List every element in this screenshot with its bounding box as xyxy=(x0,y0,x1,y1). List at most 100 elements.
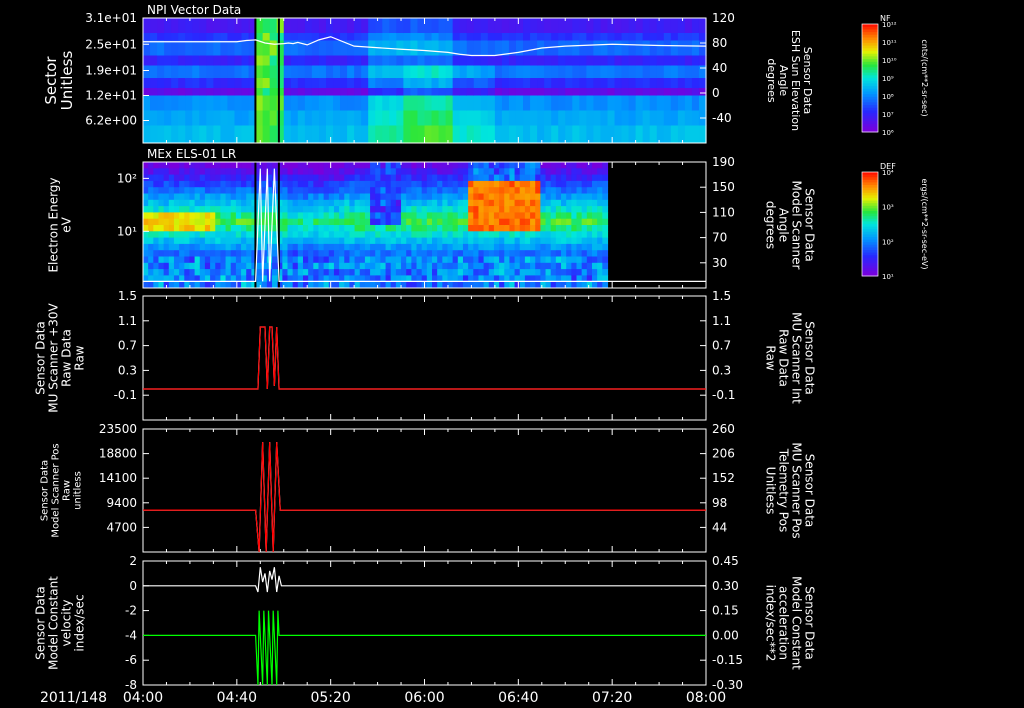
heat-cell xyxy=(607,65,616,79)
heat-cell xyxy=(199,180,206,188)
heat-cell xyxy=(519,174,526,182)
heat-cell xyxy=(385,187,392,194)
heat-cell xyxy=(318,237,325,245)
heat-cell xyxy=(457,212,464,220)
heat-cell xyxy=(272,162,278,169)
heat-cell xyxy=(171,18,179,34)
heat-cell xyxy=(318,78,327,89)
heat-cell xyxy=(535,269,541,276)
heat-cell xyxy=(524,199,531,207)
heat-cell xyxy=(297,231,304,239)
heat-cell xyxy=(540,256,547,264)
heat-cell xyxy=(349,237,356,245)
heat-cell xyxy=(143,218,149,226)
heat-cell xyxy=(153,199,160,207)
heat-cell xyxy=(602,237,609,245)
y2-axis-label: Sensor DataMU Scanner PosTelemetry PosUn… xyxy=(764,442,817,538)
heat-cell xyxy=(323,193,330,201)
heat-cell xyxy=(375,212,381,220)
heat-cell xyxy=(157,55,165,66)
heat-cell xyxy=(480,33,489,41)
heat-cell xyxy=(308,262,314,270)
heat-cell xyxy=(514,218,521,226)
heat-cell xyxy=(565,110,573,126)
heat-cell xyxy=(403,78,412,89)
heat-cell xyxy=(499,262,505,270)
heat-cell xyxy=(561,237,567,245)
heat-cell xyxy=(466,125,475,144)
heat-cell xyxy=(468,212,474,220)
heat-cell xyxy=(292,225,299,232)
heat-cell xyxy=(478,281,485,289)
heat-cell xyxy=(457,256,464,264)
heat-cell xyxy=(375,237,381,245)
heat-cell xyxy=(333,212,340,220)
heat-cell xyxy=(328,225,335,232)
heat-cell xyxy=(452,18,461,34)
heat-cell xyxy=(591,162,598,169)
heat-cell xyxy=(663,125,672,144)
heat-cell xyxy=(649,88,658,96)
heat-cell xyxy=(406,174,412,182)
heat-cell xyxy=(452,95,461,111)
heat-cell xyxy=(614,95,623,111)
heat-cell xyxy=(282,162,289,169)
heat-cell xyxy=(364,256,371,264)
heat-cell xyxy=(519,243,526,251)
heat-cell xyxy=(179,225,185,232)
y2-tick-label: -0.15 xyxy=(712,653,743,667)
heat-cell xyxy=(230,256,237,264)
heat-cell xyxy=(586,237,593,245)
heat-cell xyxy=(143,187,149,194)
heat-cell xyxy=(282,193,289,201)
heat-cell xyxy=(457,225,464,232)
heat-cell xyxy=(179,206,185,213)
heat-cell xyxy=(347,95,355,111)
heat-cell xyxy=(241,206,247,213)
heat-cell xyxy=(199,256,206,264)
heat-cell xyxy=(540,231,547,239)
heat-cell xyxy=(537,18,545,34)
heat-cell xyxy=(663,95,672,111)
heat-cell xyxy=(359,168,366,176)
heat-cell xyxy=(459,65,468,79)
heat-cell xyxy=(457,174,464,182)
heat-cell xyxy=(519,193,526,201)
heat-cell xyxy=(220,281,227,289)
heat-cell xyxy=(406,199,412,207)
heat-cell xyxy=(591,180,598,188)
heat-cell xyxy=(504,212,511,220)
heat-cell xyxy=(571,199,578,207)
heat-cell xyxy=(290,18,299,34)
heat-cell xyxy=(411,162,418,169)
heat-cell xyxy=(561,231,567,239)
heat-cell xyxy=(199,250,206,257)
heat-cell xyxy=(478,162,485,169)
heat-cell xyxy=(157,95,165,111)
heat-cell xyxy=(501,78,510,89)
heat-cell xyxy=(282,212,289,220)
heat-cell xyxy=(571,269,578,276)
heat-cell xyxy=(323,180,330,188)
heat-cell xyxy=(535,162,541,169)
heat-cell xyxy=(370,225,376,232)
y2-tick-label: 0.45 xyxy=(712,554,739,568)
heat-cell xyxy=(347,88,355,96)
heat-cell xyxy=(220,243,227,251)
heat-cell xyxy=(199,162,206,169)
heat-cell xyxy=(551,78,559,89)
heat-cell xyxy=(328,237,335,245)
heat-cell xyxy=(173,168,180,176)
heat-cell xyxy=(432,231,438,239)
heat-cell xyxy=(677,18,686,34)
y2-axis-label-line: Sensor Data xyxy=(803,188,817,262)
heat-cell xyxy=(487,18,496,34)
heat-cell xyxy=(572,40,580,56)
heat-cell xyxy=(437,231,443,239)
heat-cell xyxy=(215,225,222,232)
heat-cell xyxy=(579,65,587,79)
y-axis-label-line: eV xyxy=(60,216,74,232)
heat-cell xyxy=(437,168,443,176)
heat-cell xyxy=(452,65,461,79)
heat-cell xyxy=(551,88,559,96)
